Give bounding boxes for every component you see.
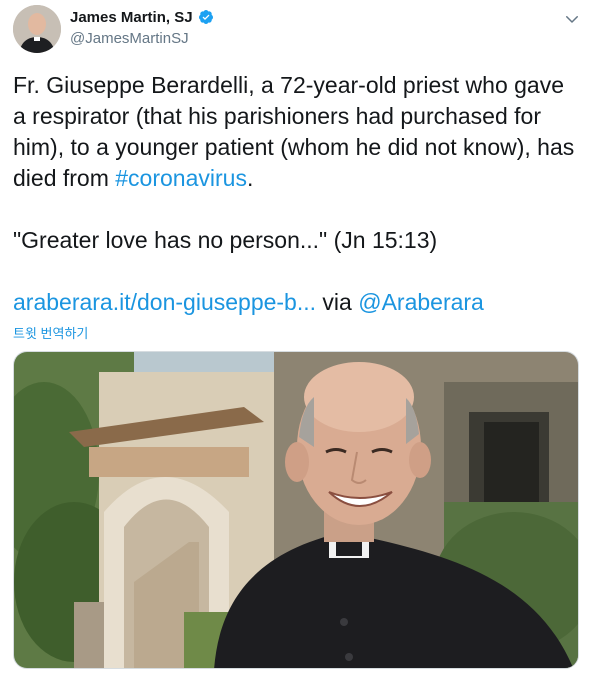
tweet-body-end: . [246, 165, 254, 191]
priest-photo [14, 352, 578, 668]
hashtag-link[interactable]: #coronavirus [115, 165, 247, 191]
chevron-down-icon[interactable] [563, 10, 581, 28]
author-name[interactable]: James Martin, SJ [70, 9, 193, 26]
avatar-image [13, 5, 61, 53]
tweet-text: Fr. Giuseppe Berardelli, a 72-year-old p… [13, 70, 579, 318]
author-handle[interactable]: @JamesMartinSJ [70, 30, 189, 47]
translate-tweet-link[interactable]: 트윗 번역하기 [13, 323, 88, 342]
tweet-body: Fr. Giuseppe Berardelli, a 72-year-old p… [13, 72, 581, 191]
tweet-quote: "Greater love has no person..." (Jn 15:1… [13, 227, 438, 253]
author-avatar[interactable] [13, 5, 61, 53]
article-link[interactable]: araberara.it/don-giuseppe-b... [13, 289, 316, 315]
via-text: via [316, 289, 359, 315]
verified-badge-icon [198, 10, 213, 24]
tweet-photo[interactable] [13, 351, 579, 669]
mention-link[interactable]: @Araberara [358, 289, 484, 315]
